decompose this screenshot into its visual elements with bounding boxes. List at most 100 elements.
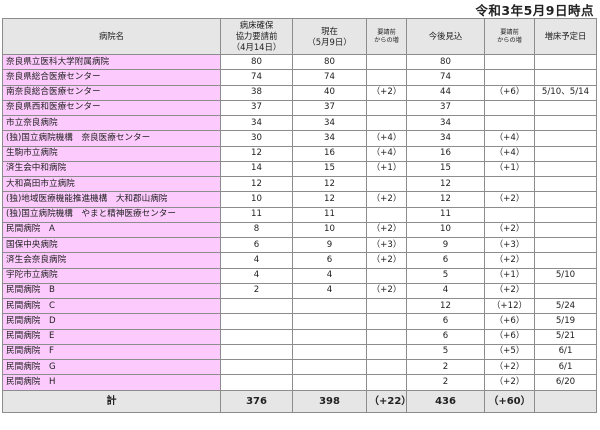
beds-current-increase: （+2） — [366, 252, 407, 269]
table-row: (独)国立病院機構 やまと精神医療センター 11 11 11 — [2, 206, 597, 223]
table-row: 民間病院 H 2 （+2） 6/20 — [2, 374, 597, 391]
table-row: 奈良県西和医療センター 37 37 37 — [2, 99, 597, 117]
plan-date: 6/1 — [534, 358, 597, 376]
beds-current-increase — [366, 313, 407, 330]
beds-outlook: 74 — [406, 69, 485, 86]
beds-outlook: 12 — [406, 175, 485, 193]
beds-outlook-increase: （+6） — [484, 313, 535, 330]
beds-current-increase — [366, 297, 407, 315]
beds-outlook: 15 — [406, 160, 485, 178]
header-hospital: 病院名 — [2, 18, 221, 55]
beds-current: 34 — [292, 130, 367, 147]
plan-date: 5/24 — [534, 297, 597, 315]
header-plan-date: 増床予定日 — [534, 18, 597, 55]
hospital-name: 宇陀市立病院 — [2, 267, 221, 284]
plan-date — [534, 236, 597, 254]
plan-date: 5/10 — [534, 267, 597, 284]
beds-current: 9 — [292, 236, 367, 254]
beds-current: 74 — [292, 69, 367, 86]
beds-outlook: 80 — [406, 53, 485, 71]
beds-current: 12 — [292, 191, 367, 208]
beds-outlook-increase: （+2） — [484, 252, 535, 269]
beds-outlook: 2 — [406, 358, 485, 376]
table-header-row: 病院名 病床確保 協力要請前 （4月14日） 現在 （5月9日） 要請前 からの… — [2, 18, 597, 55]
beds-current — [292, 343, 367, 361]
hospital-name: 民間病院 F — [2, 343, 221, 361]
beds-outlook-increase: （+2） — [484, 374, 535, 391]
beds-current: 34 — [292, 114, 367, 132]
hospital-name: 民間病院 G — [2, 358, 221, 376]
beds-before — [220, 328, 293, 345]
header-outlook-increase: 要請前 からの増 — [484, 18, 535, 55]
hospital-name: (独)地域医療機能推進機構 大和郡山病院 — [2, 191, 221, 208]
beds-before: 37 — [220, 99, 293, 117]
hospital-name: 市立奈良病院 — [2, 114, 221, 132]
hospital-name: 民間病院 H — [2, 374, 221, 391]
hospital-name: 民間病院 A — [2, 221, 221, 239]
beds-current: 16 — [292, 145, 367, 162]
hospital-name: 民間病院 B — [2, 282, 221, 300]
hospital-name: (独)国立病院機構 やまと精神医療センター — [2, 206, 221, 223]
total-current: 398 — [292, 389, 367, 413]
beds-outlook: 4 — [406, 282, 485, 300]
beds-before: 38 — [220, 84, 293, 101]
table-row: 民間病院 B 2 4 （+2） 4 （+2） — [2, 282, 597, 300]
header-current: 現在 （5月9日） — [292, 18, 367, 55]
beds-outlook-increase — [484, 175, 535, 193]
beds-before: 12 — [220, 175, 293, 193]
beds-current-increase — [366, 358, 407, 376]
hospital-name: 民間病院 C — [2, 297, 221, 315]
beds-current: 4 — [292, 282, 367, 300]
beds-before: 10 — [220, 191, 293, 208]
plan-date — [534, 206, 597, 223]
beds-current: 37 — [292, 99, 367, 117]
beds-before: 14 — [220, 160, 293, 178]
plan-date — [534, 53, 597, 71]
beds-current-increase — [366, 328, 407, 345]
beds-before — [220, 313, 293, 330]
beds-current: 80 — [292, 53, 367, 71]
beds-before: 30 — [220, 130, 293, 147]
header-outlook: 今後見込 — [406, 18, 485, 55]
beds-current — [292, 313, 367, 330]
table-row: 民間病院 G 2 （+2） 6/1 — [2, 358, 597, 376]
table-row: 奈良県総合医療センター 74 74 74 — [2, 69, 597, 86]
beds-before: 2 — [220, 282, 293, 300]
hospital-bed-table: 病院名 病床確保 協力要請前 （4月14日） 現在 （5月9日） 要請前 からの… — [2, 18, 597, 413]
header-current-increase: 要請前 からの増 — [366, 18, 407, 55]
beds-current-increase — [366, 69, 407, 86]
beds-current-increase: （+3） — [366, 236, 407, 254]
beds-before: 11 — [220, 206, 293, 223]
beds-current-increase — [366, 99, 407, 117]
beds-outlook-increase: （+6） — [484, 84, 535, 101]
beds-before: 34 — [220, 114, 293, 132]
beds-outlook-increase: （+1） — [484, 267, 535, 284]
hospital-name: 民間病院 E — [2, 328, 221, 345]
table-row: 宇陀市立病院 4 4 5 （+1） 5/10 — [2, 267, 597, 284]
hospital-name: (独)国立病院機構 奈良医療センター — [2, 130, 221, 147]
table-row: 奈良県立医科大学附属病院 80 80 80 — [2, 53, 597, 71]
beds-before: 74 — [220, 69, 293, 86]
beds-before: 4 — [220, 267, 293, 284]
beds-current-increase — [366, 206, 407, 223]
plan-date — [534, 145, 597, 162]
beds-current-increase — [366, 53, 407, 71]
hospital-name: 民間病院 D — [2, 313, 221, 330]
hospital-name: 済生会奈良病院 — [2, 252, 221, 269]
table-row: 民間病院 C 12 （+12） 5/24 — [2, 297, 597, 315]
plan-date: 5/19 — [534, 313, 597, 330]
beds-current-increase: （+2） — [366, 84, 407, 101]
beds-current: 6 — [292, 252, 367, 269]
beds-outlook: 37 — [406, 99, 485, 117]
table-row: 民間病院 E 6 （+6） 5/21 — [2, 328, 597, 345]
beds-outlook-increase — [484, 53, 535, 71]
plan-date — [534, 282, 597, 300]
hospital-name: 国保中央病院 — [2, 236, 221, 254]
beds-outlook: 6 — [406, 252, 485, 269]
beds-outlook: 6 — [406, 328, 485, 345]
beds-current-increase — [366, 114, 407, 132]
hospital-name: 奈良県西和医療センター — [2, 99, 221, 117]
beds-outlook: 34 — [406, 130, 485, 147]
beds-current-increase: （+2） — [366, 282, 407, 300]
beds-outlook-increase — [484, 114, 535, 132]
